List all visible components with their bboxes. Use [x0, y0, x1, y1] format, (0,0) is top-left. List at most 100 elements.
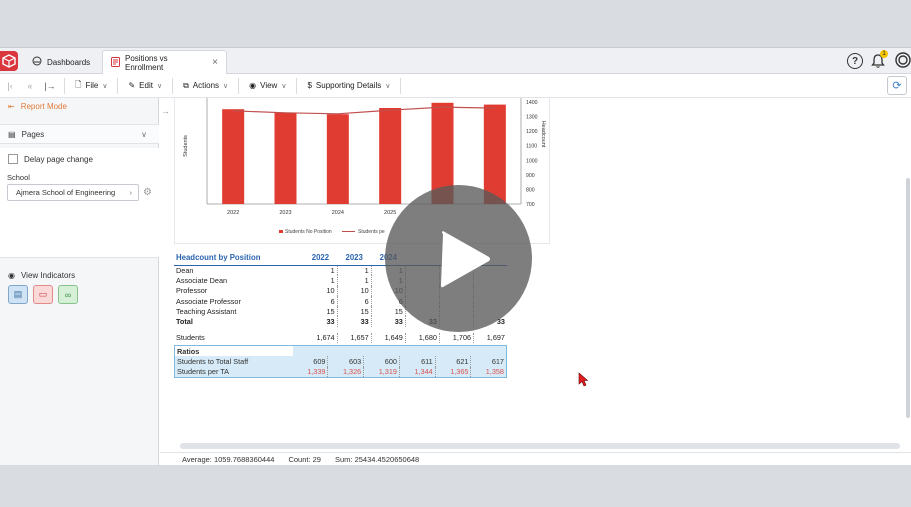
collapse-sidebar-icon[interactable]: → — [161, 106, 170, 116]
tab-label: Positions vs Enrollment — [125, 53, 168, 72]
app-logo-icon[interactable] — [0, 51, 18, 71]
y2-tick-label: 900 — [526, 173, 535, 179]
table-cell: 600 — [363, 356, 400, 367]
help-icon[interactable]: ? — [847, 53, 863, 69]
pages-section-header[interactable]: ▤ Pages ∨ — [0, 124, 159, 144]
y2-tick-label: 800 — [526, 187, 535, 193]
bar-2024 — [326, 114, 349, 204]
divider — [400, 77, 402, 94]
refresh-button[interactable]: ⟳ — [887, 76, 907, 95]
edit-menu-button[interactable]: ✎ Edit ∨ — [122, 76, 168, 96]
tab-positions-vs-enrollment[interactable]: Positions vs Enrollment × — [102, 50, 227, 74]
bar-2022 — [222, 109, 245, 204]
file-label: File — [85, 81, 99, 90]
pages-icon: ▤ — [8, 129, 16, 139]
table-cell: 1,339 — [293, 366, 329, 377]
first-page-icon[interactable]: |‹ — [0, 76, 20, 96]
delay-page-change-checkbox[interactable] — [8, 154, 18, 164]
table-cell: 1,680 — [405, 332, 440, 344]
tab-bar: Dashboards Positions vs Enrollment × ? 1 — [0, 48, 911, 74]
comments-indicator-button[interactable]: ▭ — [33, 285, 53, 304]
legend-swatch-bars — [279, 230, 283, 233]
table-cell: 6 — [337, 295, 372, 307]
bar-2025 — [379, 108, 402, 204]
report-icon — [111, 56, 120, 69]
year-header: 2023 — [337, 251, 372, 266]
ratios-table: Ratios Students to Total Staff 609 603 600 6… — [175, 346, 506, 377]
vertical-scrollbar[interactable] — [906, 178, 910, 418]
eye-icon: ◉ — [249, 81, 257, 90]
table-cell: 1 — [303, 265, 338, 276]
row-label: Professor — [176, 286, 208, 296]
scroll-track[interactable] — [180, 443, 900, 449]
y2-tick-label: 1100 — [526, 144, 537, 150]
previous-page-icon[interactable]: « — [20, 76, 40, 96]
row-label: Students per TA — [177, 367, 230, 377]
video-play-button[interactable] — [385, 185, 532, 332]
table-cell: 1,674 — [303, 332, 338, 344]
row-label: Associate Dean — [176, 275, 228, 285]
chevron-down-icon: ∨ — [102, 82, 108, 90]
view-label: View — [260, 81, 278, 90]
notification-count-badge: 1 — [880, 50, 888, 58]
notifications-bell-icon[interactable]: 1 — [871, 50, 888, 69]
supporting-details-label: Supporting Details — [315, 81, 382, 90]
report-mode-icon: ⇤ — [8, 102, 15, 111]
table-cell: 10 — [303, 285, 338, 296]
view-indicators-label: View Indicators — [20, 271, 76, 280]
table-cell: 609 — [293, 356, 329, 367]
x-tick-label: 2025 — [384, 210, 396, 216]
row-label: Associate Professor — [176, 296, 241, 306]
gear-icon[interactable]: ⚙ — [143, 187, 152, 198]
legend-label: Students No Position — [285, 229, 332, 235]
x-tick-label: 2024 — [332, 210, 344, 216]
chevron-down-icon: ∨ — [156, 82, 163, 90]
user-avatar-icon[interactable] — [895, 52, 911, 70]
table-cell: 33 — [303, 316, 338, 327]
table-cell: 603 — [327, 356, 365, 367]
bar-2023 — [274, 112, 297, 204]
close-tab-icon[interactable]: × — [212, 57, 218, 68]
table-cell: 1,706 — [439, 332, 475, 344]
students-row: Students 1,674 1,657 1,649 1,680 1,706 1,697 — [174, 332, 507, 344]
tab-label: Dashboards — [47, 57, 91, 67]
row-label: Total — [176, 317, 193, 327]
filter-panel: Delay page change School Ajmera School o… — [0, 148, 159, 258]
row-label: Dean — [176, 265, 194, 275]
links-indicator-button[interactable]: ∞ — [58, 285, 78, 304]
y2-axis-title: Headcount — [540, 121, 546, 148]
file-menu-button[interactable]: 🗋 File ∨ — [69, 76, 113, 96]
table-cell: 1,365 — [435, 366, 472, 377]
ratio-row: Students per TA 1,339 1,326 1,319 1,344 1,365… — [175, 366, 506, 377]
table-cell: 1,649 — [371, 332, 406, 344]
mouse-cursor-icon — [578, 372, 589, 389]
table-cell: 6 — [303, 295, 338, 307]
edit-label: Edit — [139, 81, 153, 90]
table-cell: 15 — [371, 306, 406, 317]
table-cell: 15 — [303, 306, 338, 317]
notes-icon: ▤ — [13, 289, 23, 299]
notes-indicator-button[interactable]: ▤ — [8, 285, 28, 304]
dollar-icon: $ — [307, 81, 312, 90]
tab-dashboards[interactable]: Dashboards — [24, 50, 98, 74]
row-label: Teaching Assistant — [176, 306, 237, 316]
horizontal-scrollbar[interactable] — [172, 443, 909, 449]
view-indicators-header: ◉ View Indicators — [0, 271, 159, 280]
status-average: Average: 1059.7688360444 — [182, 455, 275, 464]
next-page-icon[interactable]: |→ — [40, 76, 60, 96]
year-header: 2022 — [303, 251, 338, 266]
chevron-down-icon: ∨ — [141, 129, 147, 139]
divider — [172, 77, 174, 94]
school-select[interactable]: Ajmera School of Engineering › — [7, 184, 139, 201]
y2-tick-label: 700 — [526, 202, 535, 208]
divider — [117, 77, 119, 94]
delay-page-change-label: Delay page change — [24, 155, 93, 164]
actions-menu-button[interactable]: ⧉ Actions ∨ — [177, 76, 234, 96]
report-mode-toggle[interactable]: ⇤ Report Mode — [0, 102, 159, 111]
view-menu-button[interactable]: ◉ View ∨ — [243, 76, 292, 96]
ratios-title: Ratios — [175, 346, 293, 357]
comment-icon: ▭ — [38, 289, 48, 299]
supporting-details-button[interactable]: $ Supporting Details ∨ — [301, 76, 396, 96]
y-axis-title: Students — [183, 135, 189, 157]
divider — [238, 77, 240, 94]
